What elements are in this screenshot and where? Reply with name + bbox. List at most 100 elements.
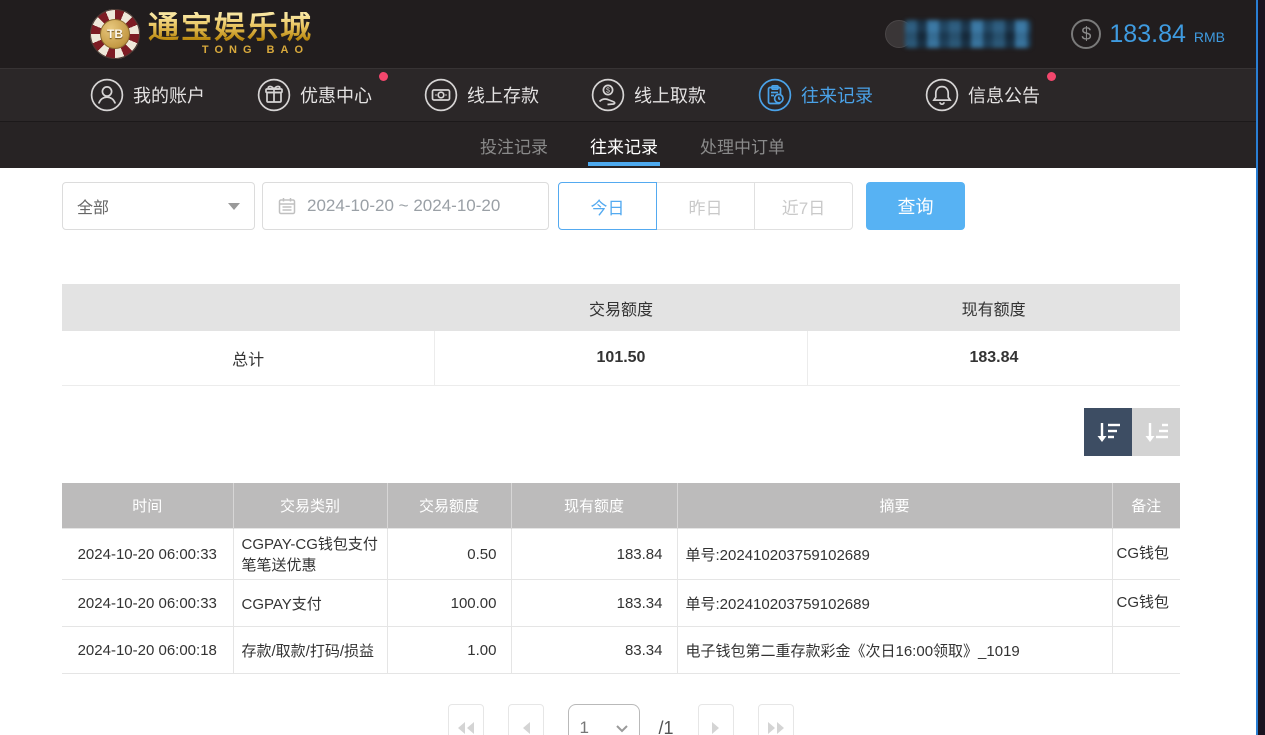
nav-item-withdraw[interactable]: $ 线上取款 [591, 78, 706, 112]
cell-amount: 100.00 [387, 580, 511, 627]
pagination: 1 /1 [62, 704, 1180, 735]
main-nav: 我的账户 优惠中心 线上存款 $ 线上取款 往来记录 [0, 68, 1265, 121]
next-page-icon [711, 721, 721, 735]
username-area[interactable] [885, 20, 1031, 48]
quick-btn-last7days[interactable]: 近7日 [754, 182, 853, 230]
col-balance: 现有额度 [511, 483, 677, 529]
cell-summary: 单号:202410203759102689 [677, 529, 1112, 580]
dollar-coin-icon: $ [1071, 19, 1101, 49]
summary-transaction-total: 101.50 [435, 331, 808, 385]
withdraw-icon: $ [591, 78, 625, 112]
tab-transaction-records[interactable]: 往来记录 [588, 122, 660, 168]
sort-descending-icon [1095, 419, 1121, 445]
summary-header-balance: 现有额度 [807, 284, 1180, 331]
notification-dot [1047, 72, 1056, 81]
casino-chip-icon: TB [90, 9, 140, 59]
site-logo[interactable]: TB 通宝娱乐城 TONG BAO [90, 9, 313, 59]
query-button[interactable]: 查询 [866, 182, 965, 230]
date-range-input[interactable]: 2024-10-20 ~ 2024-10-20 [262, 182, 549, 230]
col-type: 交易类别 [233, 483, 387, 529]
deposit-icon [424, 78, 458, 112]
last-page-icon [767, 721, 785, 735]
quick-btn-today[interactable]: 今日 [558, 182, 657, 230]
cell-amount: 1.00 [387, 627, 511, 674]
summary-header-transaction: 交易额度 [435, 284, 808, 331]
balance-display[interactable]: $ 183.84 RMB [1071, 19, 1225, 49]
page-total-label: /1 [658, 718, 673, 735]
col-summary: 摘要 [677, 483, 1112, 529]
cell-balance: 83.34 [511, 627, 677, 674]
nav-label: 信息公告 [968, 82, 1040, 108]
username-redacted [905, 20, 1031, 48]
sort-descending-button[interactable] [1084, 408, 1132, 456]
nav-label: 往来记录 [801, 82, 873, 108]
cell-type: CGPAY支付 [233, 580, 387, 627]
transactions-table: 时间 交易类别 交易额度 现有额度 摘要 备注 2024-10-20 06:00… [62, 483, 1180, 675]
calendar-icon [277, 196, 297, 216]
cell-time: 2024-10-20 06:00:33 [62, 580, 233, 627]
notification-dot [379, 72, 388, 81]
nav-label: 线上存款 [467, 82, 539, 108]
quick-range-group: 今日 昨日 近7日 [558, 182, 853, 230]
prev-page-icon [521, 721, 531, 735]
balance-amount: 183.84 [1109, 20, 1185, 49]
svg-text:$: $ [606, 88, 610, 95]
bell-icon [925, 78, 959, 112]
transactions-header-row: 时间 交易类别 交易额度 现有额度 摘要 备注 [62, 483, 1180, 529]
nav-item-promotions[interactable]: 优惠中心 [257, 78, 372, 112]
summary-balance-total: 183.84 [807, 331, 1180, 385]
summary-row-total: 总计 101.50 183.84 [62, 331, 1180, 385]
cell-note: CG钱包 [1112, 529, 1180, 580]
chevron-down-icon [228, 203, 240, 210]
first-page-button[interactable] [448, 704, 484, 735]
first-page-icon [457, 721, 475, 735]
balance-currency: RMB [1194, 29, 1225, 45]
summary-header-empty [62, 284, 435, 331]
nav-item-my-account[interactable]: 我的账户 [90, 78, 205, 112]
sort-ascending-button[interactable] [1132, 408, 1180, 456]
page-select-value: 1 [579, 718, 588, 735]
cell-type: CGPAY-CG钱包支付笔笔送优惠 [233, 529, 387, 580]
records-icon [758, 78, 792, 112]
table-row: 2024-10-20 06:00:18 存款/取款/打码/损益 1.00 83.… [62, 627, 1180, 674]
tab-pending-orders[interactable]: 处理中订单 [698, 122, 787, 168]
nav-item-records[interactable]: 往来记录 [758, 78, 873, 112]
cell-type: 存款/取款/打码/损益 [233, 627, 387, 674]
cell-summary: 单号:202410203759102689 [677, 580, 1112, 627]
col-time: 时间 [62, 483, 233, 529]
content-area: 全部 2024-10-20 ~ 2024-10-20 今日 昨日 近7日 查询 … [0, 168, 1265, 735]
window-edge-strip [1258, 0, 1265, 735]
last-page-button[interactable] [758, 704, 794, 735]
nav-label: 线上取款 [634, 82, 706, 108]
nav-label: 我的账户 [133, 82, 205, 108]
col-note: 备注 [1112, 483, 1180, 529]
nav-item-deposit[interactable]: 线上存款 [424, 78, 539, 112]
window-edge-line [1256, 0, 1258, 735]
cell-note: CG钱包 [1112, 580, 1180, 627]
cell-balance: 183.84 [511, 529, 677, 580]
cell-amount: 0.50 [387, 529, 511, 580]
prev-page-button[interactable] [508, 704, 544, 735]
cell-balance: 183.34 [511, 580, 677, 627]
site-header: TB 通宝娱乐城 TONG BAO $ 183.84 RMB [0, 0, 1265, 68]
page-select[interactable]: 1 [568, 704, 640, 735]
summary-total-label: 总计 [62, 331, 435, 385]
chevron-down-icon [615, 724, 629, 733]
date-range-value: 2024-10-20 ~ 2024-10-20 [307, 196, 500, 216]
quick-btn-yesterday[interactable]: 昨日 [656, 182, 755, 230]
type-select-value: 全部 [77, 194, 109, 218]
nav-item-announcements[interactable]: 信息公告 [925, 78, 1040, 112]
site-title: 通宝娱乐城 [148, 12, 313, 43]
summary-table: 交易额度 现有额度 总计 101.50 183.84 [62, 284, 1180, 386]
sort-ascending-icon [1143, 419, 1169, 445]
site-subtitle: TONG BAO [202, 45, 309, 56]
cell-time: 2024-10-20 06:00:18 [62, 627, 233, 674]
cell-summary: 电子钱包第二重存款彩金《次日16:00领取》_1019 [677, 627, 1112, 674]
type-select[interactable]: 全部 [62, 182, 255, 230]
filter-row: 全部 2024-10-20 ~ 2024-10-20 今日 昨日 近7日 查询 [62, 182, 1180, 230]
table-row: 2024-10-20 06:00:33 CGPAY-CG钱包支付笔笔送优惠 0.… [62, 529, 1180, 580]
cell-note [1112, 627, 1180, 674]
col-amount: 交易额度 [387, 483, 511, 529]
tab-bet-records[interactable]: 投注记录 [478, 122, 550, 168]
next-page-button[interactable] [698, 704, 734, 735]
